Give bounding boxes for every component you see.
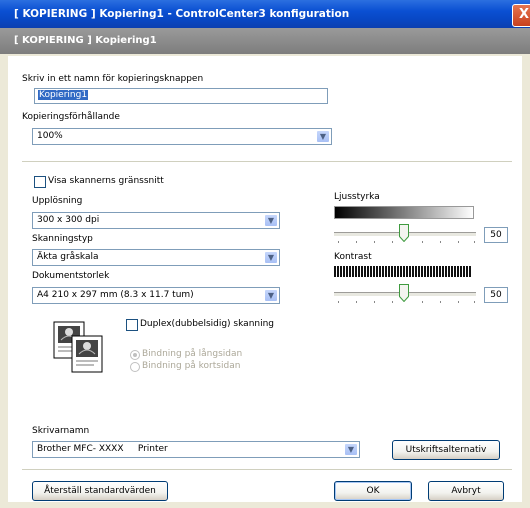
slider-tick (474, 241, 475, 243)
divider (22, 469, 512, 470)
duplex-checkbox[interactable] (126, 319, 138, 331)
contrast-pattern (334, 266, 472, 277)
contrast-value-field[interactable]: 50 (484, 287, 508, 303)
copy-ratio-value: 100% (37, 131, 63, 141)
resolution-value: 300 x 300 dpi (37, 215, 100, 225)
binding-long-edge-radio[interactable] (130, 350, 140, 360)
slider-tick (338, 241, 339, 243)
slider-tick (356, 241, 357, 243)
dialog-window: [ KOPIERING ] Kopiering1 - ControlCenter… (0, 0, 530, 508)
title-bar[interactable]: [ KOPIERING ] Kopiering1 - ControlCenter… (0, 0, 530, 28)
button-name-label: Skriv in ett namn för kopieringsknappen (22, 74, 204, 84)
section-header-title: [ KOPIERING ] Kopiering1 (14, 35, 157, 46)
slider-tick (458, 241, 459, 243)
printer-name-value: Brother MFC- XXXX Printer (37, 444, 168, 454)
button-name-value: Kopiering1 (38, 90, 89, 100)
chevron-down-icon: ▼ (264, 251, 278, 264)
show-scanner-ui-checkbox[interactable] (34, 176, 46, 188)
slider-tick (440, 301, 441, 303)
copy-ratio-dropdown[interactable]: 100% ▼ (32, 128, 332, 145)
section-header: [ KOPIERING ] Kopiering1 (0, 28, 530, 54)
button-name-input[interactable]: Kopiering1 (34, 88, 328, 104)
slider-tick (474, 301, 475, 303)
document-size-label: Dokumentstorlek (32, 271, 110, 281)
slider-tick (338, 301, 339, 303)
divider (22, 161, 512, 162)
binding-short-edge-radio[interactable] (130, 362, 140, 372)
slider-tick (392, 301, 393, 303)
chevron-down-icon: ▼ (264, 289, 278, 302)
slider-tick (374, 241, 375, 243)
slider-tick (458, 301, 459, 303)
brightness-value-field[interactable]: 50 (484, 227, 508, 243)
chevron-down-icon: ▼ (316, 130, 330, 143)
duplex-document-icon (52, 320, 104, 374)
copy-ratio-label: Kopieringsförhållande (22, 112, 120, 122)
print-options-button[interactable]: Utskriftsalternativ (392, 440, 500, 460)
duplex-label: Duplex(dubbelsidig) skanning (140, 319, 275, 329)
binding-short-edge-label: Bindning på kortsidan (142, 361, 241, 371)
slider-tick (422, 241, 423, 243)
slider-tick (440, 241, 441, 243)
scan-type-dropdown[interactable]: Äkta gråskala ▼ (32, 249, 280, 266)
chevron-down-icon: ▼ (344, 443, 358, 456)
brightness-gradient (334, 206, 474, 219)
brightness-label: Ljusstyrka (334, 192, 380, 202)
printer-name-dropdown[interactable]: Brother MFC- XXXX Printer ▼ (32, 441, 360, 458)
document-size-value: A4 210 x 297 mm (8.3 x 11.7 tum) (37, 290, 194, 300)
resolution-dropdown[interactable]: 300 x 300 dpi ▼ (32, 212, 280, 229)
slider-tick (392, 241, 393, 243)
ok-button[interactable]: OK (334, 481, 412, 501)
slider-tick (356, 301, 357, 303)
scan-type-label: Skanningstyp (32, 234, 93, 244)
settings-panel: Skriv in ett namn för kopieringsknappen … (8, 56, 522, 502)
printer-name-label: Skrivarnamn (32, 426, 90, 436)
document-size-dropdown[interactable]: A4 210 x 297 mm (8.3 x 11.7 tum) ▼ (32, 287, 280, 304)
close-button[interactable]: X (512, 4, 530, 27)
brightness-slider-thumb[interactable] (399, 224, 409, 243)
resolution-label: Upplösning (32, 196, 83, 206)
slider-tick (422, 301, 423, 303)
show-scanner-ui-label: Visa skannerns gränssnitt (48, 176, 164, 186)
scan-type-value: Äkta gråskala (37, 252, 99, 262)
reset-defaults-button[interactable]: Återställ standardvärden (32, 481, 168, 501)
chevron-down-icon: ▼ (264, 214, 278, 227)
binding-long-edge-label: Bindning på långsidan (142, 349, 243, 359)
slider-tick (374, 301, 375, 303)
contrast-label: Kontrast (334, 252, 372, 262)
contrast-slider-thumb[interactable] (399, 284, 409, 303)
cancel-button[interactable]: Avbryt (428, 481, 504, 501)
window-title: [ KOPIERING ] Kopiering1 - ControlCenter… (14, 8, 350, 20)
